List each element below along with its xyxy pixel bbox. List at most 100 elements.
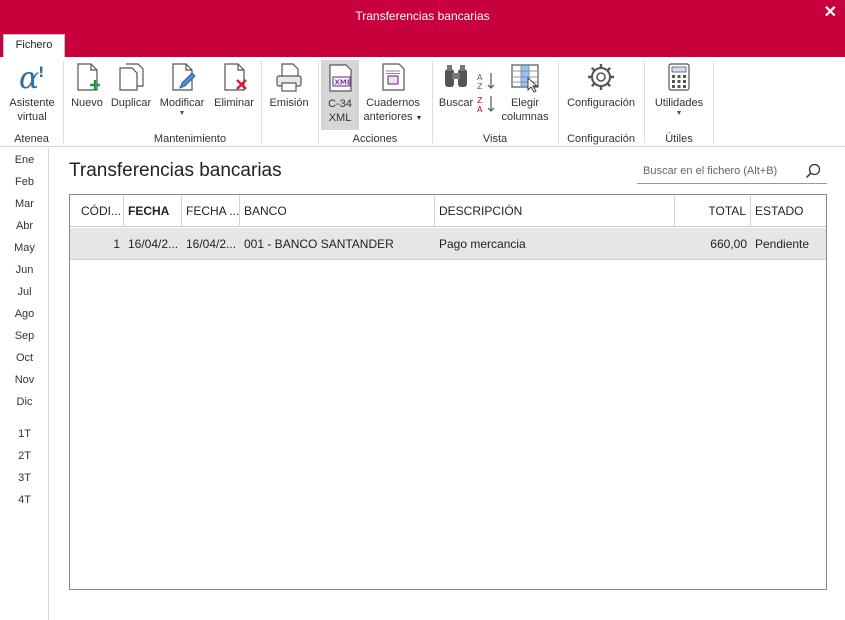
new-document-icon [77, 63, 100, 91]
group-mantenimiento: Nuevo Duplicar Modificar ▼ Eliminar Emis… [64, 57, 316, 147]
quarter-3t[interactable]: 3T [0, 472, 49, 484]
title-bar: Transferencias bancarias ✕ [0, 0, 845, 31]
ribbon-separator [261, 61, 262, 143]
columns-icon [511, 64, 539, 93]
month-jul[interactable]: Jul [0, 286, 49, 298]
svg-text:A: A [477, 105, 483, 114]
month-nov[interactable]: Nov [0, 374, 49, 386]
month-mar[interactable]: Mar [0, 198, 49, 210]
group-atenea: α ! Asistente virtual Atenea [0, 57, 63, 147]
tab-fichero[interactable]: Fichero [3, 34, 65, 57]
month-sep[interactable]: Sep [0, 330, 49, 342]
cell-total: 660,00 [710, 237, 747, 251]
cell-estado: Pendiente [755, 237, 810, 251]
search-icon[interactable] [805, 163, 821, 179]
cuadernos-label-1: Cuadernos [366, 97, 420, 109]
month-jun[interactable]: Jun [0, 264, 49, 276]
ribbon: α ! Asistente virtual Atenea Nuevo Dupli… [0, 57, 845, 147]
duplicate-icon [119, 63, 144, 91]
cuadernos-label-2: anteriores ▼ [362, 110, 424, 126]
binoculars-icon [445, 65, 467, 87]
configuracion-label: Configuración [567, 97, 635, 109]
c34-label-2: XML [328, 112, 352, 124]
c34-xml-button[interactable]: XML C-34 XML [321, 60, 359, 130]
sort-za-icon[interactable]: Z A [477, 94, 497, 114]
quarter-2t[interactable]: 2T [0, 450, 49, 462]
configuracion-button[interactable]: Configuración [563, 61, 639, 110]
month-dic[interactable]: Dic [0, 396, 49, 408]
modificar-button[interactable]: Modificar ▼ [157, 61, 207, 118]
c34-label-1: C-34 [328, 98, 352, 110]
table-row[interactable]: 1 16/04/2... 16/04/2... 001 - BANCO SANT… [70, 228, 826, 260]
column-header-banco[interactable]: BANCO [240, 195, 435, 227]
transfers-table: CÓDI... FECHA FECHA ... BANCO DESCRIPCIÓ… [69, 194, 827, 590]
cell-banco: 001 - BANCO SANTANDER [244, 237, 394, 251]
svg-text:!: ! [38, 65, 44, 81]
column-header-fecha[interactable]: FECHA [124, 195, 182, 227]
delete-document-icon [224, 63, 247, 91]
period-sidebar: Ene Feb Mar Abr May Jun Jul Ago Sep Oct … [0, 148, 49, 620]
buscar-button[interactable]: Buscar [437, 61, 475, 110]
cell-codigo: 1 [113, 237, 120, 251]
chevron-down-icon: ▼ [415, 115, 423, 122]
elegir-label-1: Elegir [510, 97, 540, 109]
gear-icon [588, 64, 614, 90]
eliminar-button[interactable]: Eliminar [211, 61, 257, 110]
column-header-total[interactable]: TOTAL [675, 195, 751, 227]
elegir-label-2: columnas [501, 111, 549, 123]
sort-az-icon[interactable]: A Z [477, 71, 497, 91]
cell-fecha-2: 16/04/2... [186, 237, 237, 251]
month-feb[interactable]: Feb [0, 176, 49, 188]
quarter-1t[interactable]: 1T [0, 428, 49, 440]
calculator-icon [668, 63, 690, 91]
duplicar-button[interactable]: Duplicar [108, 61, 154, 110]
month-oct[interactable]: Oct [0, 352, 49, 364]
search-input[interactable]: Buscar en el fichero (Alt+B) [637, 160, 827, 184]
print-icon [276, 63, 302, 92]
chevron-down-icon: ▼ [178, 110, 186, 117]
page-title: Transferencias bancarias [69, 160, 282, 181]
cell-fecha: 16/04/2... [128, 237, 179, 251]
notebook-icon [382, 63, 405, 91]
group-acciones: XML C-34 XML Cuadernos anteriores ▼ Acci… [319, 57, 431, 147]
column-header-fecha-2[interactable]: FECHA ... [182, 195, 240, 227]
cell-descripcion: Pago mercancia [439, 237, 526, 251]
emision-label: Emisión [269, 97, 309, 109]
svg-text:Z: Z [477, 96, 483, 105]
nuevo-label: Nuevo [71, 97, 103, 109]
group-utiles: Utilidades ▼ Útiles [645, 57, 713, 147]
nuevo-button[interactable]: Nuevo [67, 61, 107, 110]
table-header: CÓDI... FECHA FECHA ... BANCO DESCRIPCIÓ… [70, 195, 826, 227]
cuadernos-anteriores-button[interactable]: Cuadernos anteriores ▼ [362, 61, 424, 126]
column-header-codigo[interactable]: CÓDI... [70, 195, 124, 227]
xml-document-icon: XML [329, 64, 352, 92]
group-label-atenea: Atenea [14, 133, 49, 145]
alpha-icon: α ! [19, 61, 44, 93]
group-vista: Buscar A Z Z A Elegir columnas Vista [433, 57, 557, 147]
elegir-columnas-button[interactable]: Elegir columnas [499, 61, 551, 124]
edit-document-icon [172, 63, 196, 91]
group-label-configuracion: Configuración [567, 133, 635, 145]
close-icon[interactable]: ✕ [824, 5, 837, 21]
emision-button[interactable]: Emisión [266, 61, 312, 110]
column-header-estado[interactable]: ESTADO [751, 195, 826, 227]
group-configuracion: Configuración Configuración [559, 57, 643, 147]
eliminar-label: Eliminar [214, 97, 254, 109]
column-header-descripcion[interactable]: DESCRIPCIÓN [435, 195, 675, 227]
month-ene[interactable]: Ene [0, 154, 49, 166]
group-label-utiles: Útiles [665, 133, 693, 145]
utilidades-label: Utilidades [654, 97, 704, 109]
asistente-label-2: virtual [17, 111, 47, 123]
quarter-4t[interactable]: 4T [0, 494, 49, 506]
month-abr[interactable]: Abr [0, 220, 49, 232]
group-label-vista: Vista [482, 133, 508, 145]
month-ago[interactable]: Ago [0, 308, 49, 320]
ribbon-tab-bar: Fichero [0, 31, 845, 57]
buscar-label: Buscar [438, 97, 474, 109]
utilidades-button[interactable]: Utilidades ▼ [651, 61, 707, 118]
asistente-virtual-button[interactable]: α ! Asistente virtual [6, 61, 58, 124]
modificar-label: Modificar [159, 97, 205, 109]
asistente-label-1: Asistente [9, 97, 55, 109]
month-may[interactable]: May [0, 242, 49, 254]
svg-text:A: A [477, 73, 483, 82]
